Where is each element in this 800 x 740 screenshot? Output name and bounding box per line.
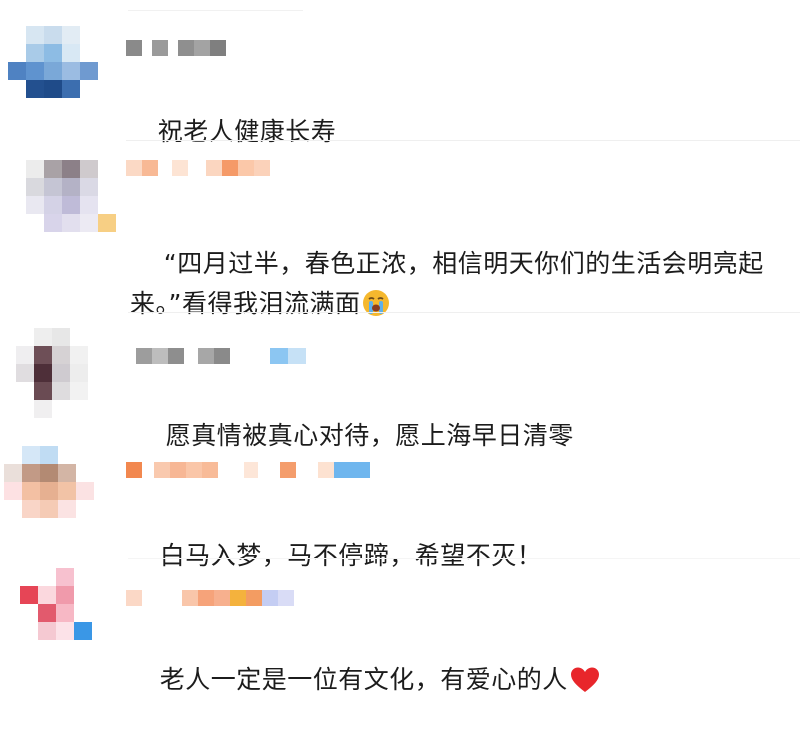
comment-item: 老人一定是一位有文化，有爱心的人 <box>0 556 800 694</box>
comment-item: 愿真情被真心对待，愿上海早日清零 <box>0 312 800 450</box>
comment-text: 老人一定是一位有文化，有爱心的人 <box>126 620 776 740</box>
avatar[interactable] <box>8 26 98 116</box>
avatar[interactable] <box>20 568 110 658</box>
red-heart-icon <box>570 667 599 692</box>
separator <box>128 312 800 313</box>
separator <box>126 140 800 141</box>
comment-item: 白马入梦，马不停蹄，希望不灭！ <box>0 436 800 570</box>
username[interactable] <box>136 348 306 364</box>
separator <box>128 558 800 559</box>
separator <box>128 10 303 11</box>
comment-body: “四月过半，春色正浓，相信明天你们的生活会明亮起来。”看得我泪流满面 <box>130 249 764 318</box>
username[interactable] <box>126 40 226 56</box>
username[interactable] <box>126 160 270 198</box>
username[interactable] <box>126 462 370 478</box>
comment-body: 老人一定是一位有文化，有爱心的人 <box>159 665 568 694</box>
avatar[interactable] <box>26 160 116 250</box>
comment-item: 祝老人健康长寿 <box>0 0 800 146</box>
avatar[interactable] <box>16 328 106 418</box>
avatar[interactable] <box>4 446 94 536</box>
comment-item: “四月过半，春色正浓，相信明天你们的生活会明亮起来。”看得我泪流满面 <box>0 140 800 318</box>
username[interactable] <box>126 590 294 606</box>
